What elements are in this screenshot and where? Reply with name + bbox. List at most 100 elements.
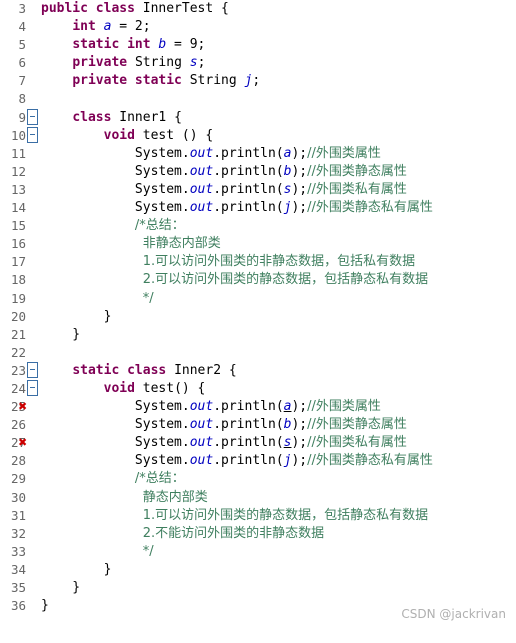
code-token: ); bbox=[291, 145, 308, 161]
code-line[interactable]: 15 /*总结： bbox=[0, 217, 516, 235]
code-line[interactable]: 11 System.out.println(a);//外围类属性 bbox=[0, 145, 516, 163]
code-line-text: 1.可以访问外围类的非静态数据，包括私有数据 bbox=[41, 253, 415, 271]
code-line-text: 2.可以访问外围类的静态数据，包括静态私有数据 bbox=[41, 271, 428, 289]
code-line[interactable]: 6 private String s; bbox=[0, 54, 516, 72]
code-token: test() { bbox=[142, 380, 206, 396]
code-token: System. bbox=[41, 417, 190, 433]
code-token: public class bbox=[41, 1, 143, 16]
code-line-text: System.out.println(s);//外围类私有属性 bbox=[41, 181, 407, 199]
code-token: ); bbox=[291, 200, 308, 216]
error-marker-icon[interactable]: ✖ bbox=[18, 434, 27, 452]
code-line[interactable]: 28 System.out.println(j);//外围类静态私有属性 bbox=[0, 452, 516, 470]
code-line-text: int a = 2; bbox=[41, 18, 150, 36]
code-token: //外围类属性 bbox=[307, 399, 381, 415]
code-line[interactable]: 31 1.可以访问外围类的静态数据，包括静态私有数据 bbox=[0, 507, 516, 525]
code-token: test () { bbox=[142, 127, 214, 143]
code-line-text: System.out.println(a);//外围类属性 bbox=[41, 145, 381, 163]
code-token: } bbox=[41, 561, 112, 577]
watermark-label: CSDN @jackrivan bbox=[401, 607, 506, 621]
code-token: ); bbox=[291, 163, 308, 179]
code-line[interactable]: 14 System.out.println(j);//外围类静态私有属性 bbox=[0, 199, 516, 217]
code-token: System. bbox=[41, 181, 190, 197]
error-marker-icon[interactable]: ✖ bbox=[18, 398, 27, 416]
code-line[interactable]: 25 ✖ System.out.println(a);//外围类属性 bbox=[0, 398, 516, 416]
code-line[interactable]: 16 非静态内部类 bbox=[0, 235, 516, 253]
code-token: /*总结： bbox=[134, 218, 185, 234]
code-token: Inner2 { bbox=[174, 362, 237, 378]
code-line[interactable]: 34 } bbox=[0, 561, 516, 579]
code-token: } bbox=[41, 308, 112, 324]
line-number: 13 bbox=[10, 181, 26, 197]
code-token: System. bbox=[41, 145, 190, 161]
code-token: //外围类私有属性 bbox=[307, 181, 407, 197]
line-number: 36 bbox=[10, 598, 26, 614]
line-number: 29 bbox=[10, 471, 26, 487]
code-line-text: static class Inner2 { bbox=[41, 362, 237, 380]
line-number: 9 bbox=[18, 109, 26, 125]
code-line-text: } bbox=[41, 579, 80, 597]
code-line[interactable]: 10 void test () { bbox=[0, 126, 516, 145]
code-line[interactable]: 24 void test() { bbox=[0, 379, 516, 398]
code-line[interactable]: 7 private static String j; bbox=[0, 72, 516, 90]
code-line[interactable]: 9 class Inner1 { bbox=[0, 108, 516, 127]
code-line[interactable]: 29 /*总结： bbox=[0, 470, 516, 488]
code-line[interactable]: 27 ✖ System.out.println(s);//外围类私有属性 bbox=[0, 434, 516, 452]
code-line-text: void test () { bbox=[41, 127, 214, 145]
code-token: String bbox=[189, 73, 245, 89]
code-line[interactable]: 23 static class Inner2 { bbox=[0, 361, 516, 380]
line-number: 34 bbox=[10, 561, 26, 577]
code-line[interactable]: 33 */ bbox=[0, 543, 516, 561]
code-line[interactable]: 30 静态内部类 bbox=[0, 489, 516, 507]
code-line-text: 1.可以访问外围类的静态数据，包括静态私有数据 bbox=[41, 507, 428, 525]
code-token: class bbox=[72, 109, 120, 125]
code-token: System. bbox=[41, 399, 190, 415]
code-token: System. bbox=[41, 435, 190, 451]
fold-toggle-icon[interactable] bbox=[27, 361, 38, 378]
code-line[interactable]: 12 System.out.println(b);//外围类静态属性 bbox=[0, 163, 516, 181]
code-line[interactable]: 8 bbox=[0, 90, 516, 108]
code-line[interactable]: 22 bbox=[0, 344, 516, 362]
code-line-text: System.out.println(a);//外围类属性 bbox=[41, 398, 381, 416]
code-line-text: System.out.println(b);//外围类静态属性 bbox=[41, 416, 407, 434]
code-line[interactable]: 13 System.out.println(s);//外围类私有属性 bbox=[0, 181, 516, 199]
line-number: 35 bbox=[10, 580, 26, 595]
code-token: /*总结： bbox=[134, 471, 185, 487]
fold-toggle-icon[interactable] bbox=[27, 379, 38, 396]
code-token: out bbox=[189, 145, 214, 161]
code-line[interactable]: 19 */ bbox=[0, 290, 516, 308]
fold-toggle-icon[interactable] bbox=[27, 108, 38, 125]
code-line[interactable]: 18 2.可以访问外围类的静态数据，包括静态私有数据 bbox=[0, 271, 516, 289]
code-line[interactable]: 3 public class InnerTest { bbox=[0, 0, 516, 18]
line-number: 20 bbox=[10, 308, 26, 324]
code-token: String bbox=[134, 55, 190, 71]
code-editor[interactable]: 3 public class InnerTest {4 int a = 2; 5 s… bbox=[0, 0, 516, 643]
line-number: 30 bbox=[10, 489, 26, 505]
code-line[interactable]: 26 System.out.println(b);//外围类静态属性 bbox=[0, 416, 516, 434]
code-line[interactable]: 4 int a = 2; bbox=[0, 18, 516, 36]
code-line[interactable]: 35 } bbox=[0, 579, 516, 597]
line-number: 23 bbox=[10, 362, 26, 378]
code-line[interactable]: 17 1.可以访问外围类的非静态数据，包括私有数据 bbox=[0, 253, 516, 271]
code-content-area[interactable]: 3 public class InnerTest {4 int a = 2; 5 s… bbox=[0, 0, 516, 643]
code-token: .println( bbox=[213, 399, 284, 415]
line-number: 12 bbox=[10, 163, 26, 179]
code-line[interactable]: 32 2.不能访问外围类的非静态数据 bbox=[0, 525, 516, 543]
fold-toggle-icon[interactable] bbox=[27, 126, 38, 143]
code-line[interactable]: 20 } bbox=[0, 308, 516, 326]
code-token: //外围类静态属性 bbox=[307, 163, 407, 179]
code-line[interactable]: 5 static int b = 9; bbox=[0, 36, 516, 54]
line-number: 19 bbox=[10, 290, 26, 306]
code-line-text: private String s; bbox=[41, 54, 205, 72]
line-number: 28 bbox=[10, 453, 26, 469]
code-line[interactable]: 21 } bbox=[0, 326, 516, 344]
